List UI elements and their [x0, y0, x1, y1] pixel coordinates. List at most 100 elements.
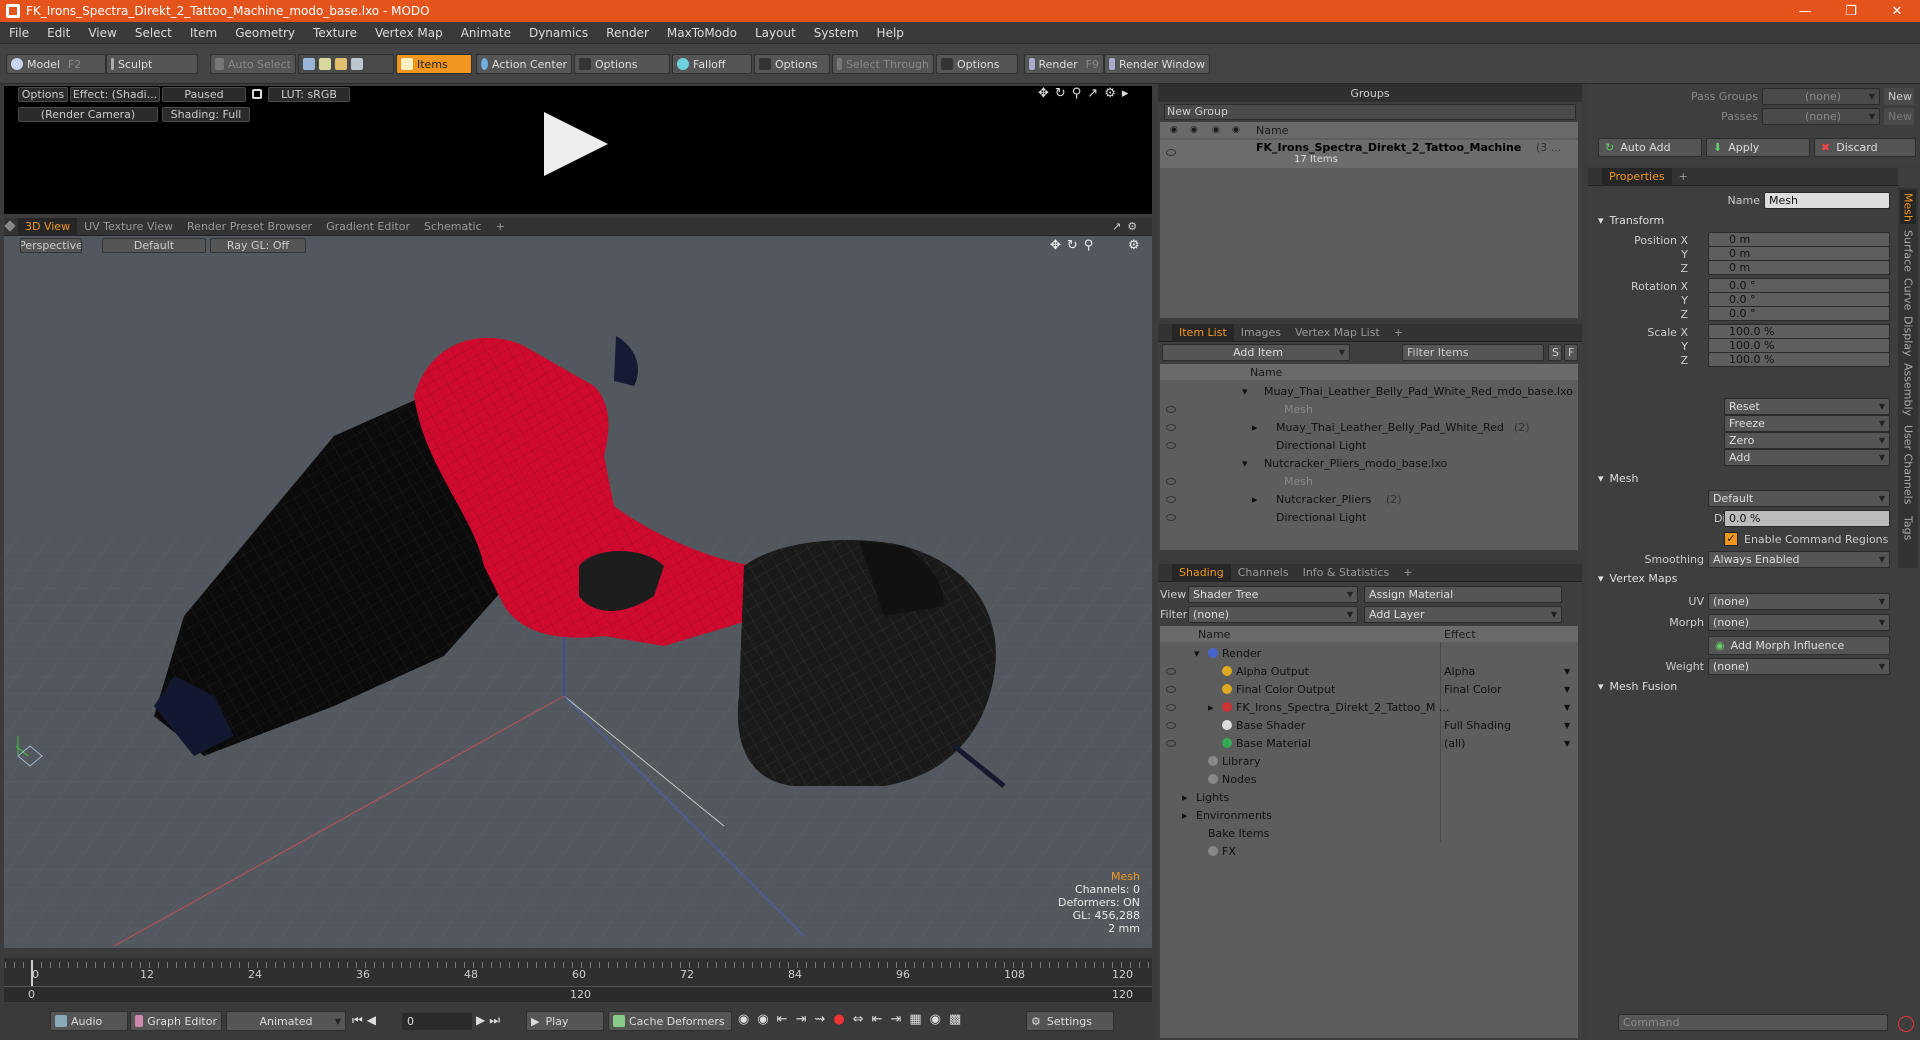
transform-field-input[interactable]: 0.0 ° — [1708, 306, 1890, 321]
add-morph-influence-button[interactable]: ◉ Add Morph Influence — [1708, 636, 1890, 655]
tab-options-icons[interactable]: ↗⚙ — [1112, 220, 1143, 233]
shader-layer-effect[interactable]: Full Shading — [1444, 719, 1570, 732]
shader-row[interactable]: ▸ Lights — [1160, 788, 1578, 806]
visibility-icon[interactable] — [1166, 149, 1176, 156]
shader-tree[interactable]: Name Effect ▾ Render Alpha Output Alpha ▼ Fin… — [1160, 626, 1578, 1038]
transform-field-input[interactable]: 100.0 % — [1708, 324, 1890, 339]
key-tools-icons[interactable]: ◉◉⇤⇥⇝●⇔⇤⇥▦◉▩ — [738, 1012, 969, 1027]
model-mode-button[interactable]: Model F2 — [6, 54, 106, 74]
menu-maxtomodo[interactable]: MaxToModo — [658, 26, 746, 40]
menu-select[interactable]: Select — [126, 26, 181, 40]
visibility-icon[interactable] — [1166, 668, 1176, 675]
menu-dynamics[interactable]: Dynamics — [520, 26, 597, 40]
materials-mode-icon[interactable] — [351, 58, 363, 70]
list-item[interactable]: ▸ Nutcracker_Pliers (2) — [1160, 490, 1578, 508]
shader-row[interactable]: ▸ Environments — [1160, 806, 1578, 824]
name-input[interactable]: Mesh — [1764, 192, 1890, 209]
weight-dropdown[interactable]: (none) — [1708, 658, 1890, 675]
uv-dropdown[interactable]: (none) — [1708, 593, 1890, 610]
tab-schematic[interactable]: Schematic — [417, 218, 489, 236]
visibility-icon[interactable] — [1166, 442, 1176, 449]
list-item[interactable]: ▸ Muay_Thai_Leather_Belly_Pad_White_Red (2… — [1160, 418, 1578, 436]
menu-edit[interactable]: Edit — [38, 26, 79, 40]
vtab-mesh[interactable]: Mesh — [1900, 190, 1916, 224]
morph-dropdown[interactable]: (none) — [1708, 614, 1890, 631]
visibility-icon[interactable] — [1166, 686, 1176, 693]
expand-icon[interactable]: ▾ — [1194, 647, 1200, 660]
play-button[interactable]: ▶ Play — [526, 1011, 604, 1031]
add-dropdown[interactable]: Add — [1724, 449, 1890, 466]
tab-shading[interactable]: Shading — [1172, 563, 1231, 582]
effect-dropdown-arrow[interactable]: ▼ — [1564, 721, 1570, 730]
raygl-dropdown[interactable]: Ray GL: Off — [210, 238, 306, 253]
menu-texture[interactable]: Texture — [304, 26, 366, 40]
filter-s-button[interactable]: S — [1548, 344, 1562, 361]
new-group-button[interactable]: New Group — [1164, 104, 1576, 120]
3d-viewport[interactable] — [4, 236, 1152, 948]
item-list[interactable]: Name ▾ Muay_Thai_Leather_Belly_Pad_White_… — [1160, 364, 1578, 550]
add-tab-button[interactable]: + — [1396, 564, 1419, 582]
freeze-dropdown[interactable]: Freeze — [1724, 415, 1890, 432]
tab-properties[interactable]: Properties — [1602, 167, 1672, 186]
falloff-options-button[interactable]: Options — [754, 54, 830, 74]
transform-field-input[interactable]: 100.0 % — [1708, 352, 1890, 367]
transform-section[interactable]: ▾ Transform — [1598, 214, 1664, 227]
shader-row[interactable]: Base Shader Full Shading ▼ — [1160, 716, 1578, 734]
list-item[interactable]: Directional Light — [1160, 508, 1578, 526]
preview-options-button[interactable]: Options — [18, 87, 68, 102]
polygons-mode-icon[interactable] — [335, 58, 347, 70]
edges-mode-icon[interactable] — [319, 58, 331, 70]
skip-forward-icons[interactable]: ▶⏭ — [476, 1013, 504, 1028]
list-item[interactable]: ▾ Muay_Thai_Leather_Belly_Pad_White_Red_m… — [1160, 382, 1578, 400]
filter-dropdown[interactable]: (none) — [1188, 606, 1358, 623]
menu-system[interactable]: System — [805, 26, 868, 40]
record-icon[interactable] — [1898, 1016, 1914, 1032]
items-mode-button[interactable]: Items — [396, 54, 472, 74]
tab-3d-view[interactable]: 3D View — [18, 217, 78, 236]
list-item[interactable]: Mesh — [1160, 472, 1578, 490]
visibility-icon[interactable] — [1166, 740, 1176, 747]
shader-layer-effect[interactable]: Alpha — [1444, 665, 1570, 678]
effect-dropdown-arrow[interactable]: ▼ — [1564, 685, 1570, 694]
lut-dropdown[interactable]: LUT: sRGB — [268, 87, 350, 102]
action-center-button[interactable]: Action Center — [476, 54, 572, 74]
menu-animate[interactable]: Animate — [452, 26, 520, 40]
group-row[interactable]: FK_Irons_Spectra_Direkt_2_Tattoo_Machine… — [1160, 140, 1578, 168]
visibility-icon[interactable] — [1166, 406, 1176, 413]
lock-icon[interactable] — [252, 89, 262, 99]
shader-row[interactable]: Library — [1160, 752, 1578, 770]
command-input[interactable]: Command — [1618, 1014, 1888, 1031]
skip-back-icons[interactable]: ⏮◀ — [352, 1013, 380, 1028]
shader-row[interactable]: Bake Items — [1160, 824, 1578, 842]
shading-dropdown[interactable]: Shading: Full — [162, 107, 250, 122]
vertex-maps-section[interactable]: ▾ Vertex Maps — [1598, 572, 1677, 585]
vtab-assembly[interactable]: Assembly — [1900, 360, 1916, 420]
add-layer-dropdown[interactable]: Add Layer — [1364, 606, 1562, 623]
close-button[interactable]: ✕ — [1874, 0, 1920, 22]
minimize-button[interactable]: — — [1782, 0, 1828, 22]
audio-button[interactable]: Audio — [50, 1011, 128, 1031]
auto-add-button[interactable]: ↻ Auto Add — [1598, 138, 1702, 157]
shader-row[interactable]: Alpha Output Alpha ▼ — [1160, 662, 1578, 680]
timeline-range[interactable]: 0 120 120 — [4, 986, 1152, 1002]
render-dropdown[interactable]: Default — [1708, 490, 1890, 507]
tab-item-list[interactable]: Item List — [1172, 323, 1234, 342]
vtab-surface[interactable]: Surface — [1900, 228, 1916, 274]
auto-select-button[interactable]: Auto Select — [210, 54, 296, 74]
effect-dropdown-arrow[interactable]: ▼ — [1564, 667, 1570, 676]
shader-layer-effect[interactable]: (all) — [1444, 737, 1570, 750]
expand-icon[interactable]: ▸ — [1182, 791, 1188, 804]
menu-layout[interactable]: Layout — [746, 26, 805, 40]
maximize-button[interactable]: ❐ — [1828, 0, 1874, 22]
add-tab-button[interactable]: + — [489, 218, 512, 236]
tab-images[interactable]: Images — [1234, 324, 1288, 342]
discard-button[interactable]: ✖ Discard — [1814, 138, 1916, 157]
sculpt-mode-button[interactable]: Sculpt — [106, 54, 198, 74]
add-item-dropdown[interactable]: Add Item — [1162, 344, 1350, 361]
vtab-user-channels[interactable]: User Channels — [1900, 422, 1916, 508]
viewport-settings-icon[interactable]: ⚙ — [1128, 238, 1140, 253]
frame-input[interactable]: 0 — [402, 1013, 472, 1030]
effect-dropdown[interactable]: Effect: (Shadi... — [70, 87, 160, 102]
transform-field-input[interactable]: 0.0 ° — [1708, 278, 1890, 293]
mesh-fusion-section[interactable]: ▾ Mesh Fusion — [1598, 680, 1677, 693]
